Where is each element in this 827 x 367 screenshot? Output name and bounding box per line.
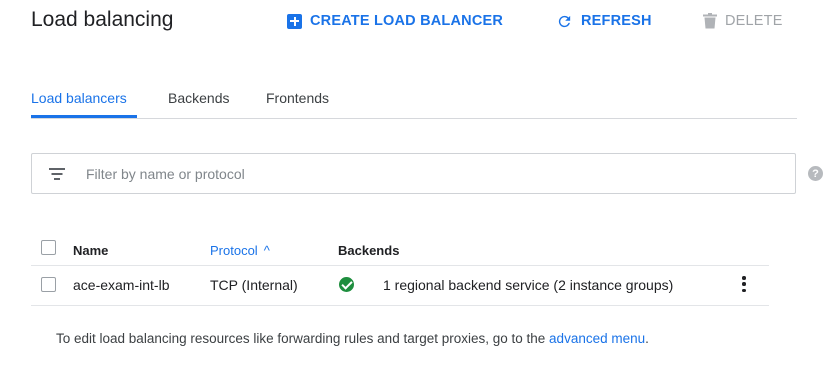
create-load-balancer-label: CREATE LOAD BALANCER bbox=[310, 13, 504, 29]
refresh-label: REFRESH bbox=[581, 13, 652, 29]
page-title: Load balancing bbox=[31, 8, 174, 31]
footer-text-end: . bbox=[645, 331, 649, 346]
row-checkbox[interactable] bbox=[41, 277, 56, 292]
tab-load-balancers[interactable]: Load balancers bbox=[31, 89, 127, 107]
table-header-divider bbox=[31, 265, 769, 266]
more-vert-icon[interactable] bbox=[740, 276, 748, 292]
column-header-protocol[interactable]: Protocol ^ bbox=[210, 243, 270, 259]
filter-list-icon[interactable] bbox=[49, 167, 65, 180]
delete-label: DELETE bbox=[725, 13, 783, 29]
load-balancer-backends: 1 regional backend service (2 instance g… bbox=[383, 277, 674, 293]
create-load-balancer-button[interactable]: CREATE LOAD BALANCER bbox=[287, 11, 503, 31]
help-icon[interactable]: ? bbox=[808, 166, 823, 181]
tab-backends[interactable]: Backends bbox=[168, 89, 229, 107]
load-balancer-name[interactable]: ace-exam-int-lb bbox=[73, 276, 169, 294]
tab-divider bbox=[31, 118, 797, 119]
column-header-backends: Backends bbox=[338, 243, 400, 258]
tab-frontends[interactable]: Frontends bbox=[266, 89, 329, 107]
add-box-icon bbox=[287, 13, 302, 29]
select-all-checkbox[interactable] bbox=[41, 240, 56, 255]
footer-text: To edit load balancing resources like fo… bbox=[56, 331, 550, 346]
table-row-divider bbox=[31, 305, 769, 306]
refresh-icon bbox=[558, 15, 571, 27]
sort-ascending-icon: ^ bbox=[263, 243, 270, 258]
footer-note: To edit load balancing resources like fo… bbox=[56, 329, 656, 348]
column-header-protocol-label: Protocol bbox=[210, 243, 258, 258]
load-balancer-protocol: TCP (Internal) bbox=[210, 277, 298, 293]
column-header-name[interactable]: Name bbox=[73, 243, 108, 259]
filter-bar[interactable] bbox=[31, 153, 796, 194]
refresh-button[interactable]: REFRESH bbox=[556, 11, 652, 31]
filter-input[interactable] bbox=[86, 165, 686, 182]
check-circle-icon bbox=[339, 277, 354, 292]
advanced-menu-link[interactable]: advanced menu bbox=[549, 331, 645, 346]
delete-button[interactable]: DELETE bbox=[703, 11, 783, 31]
trash-icon bbox=[703, 13, 717, 29]
